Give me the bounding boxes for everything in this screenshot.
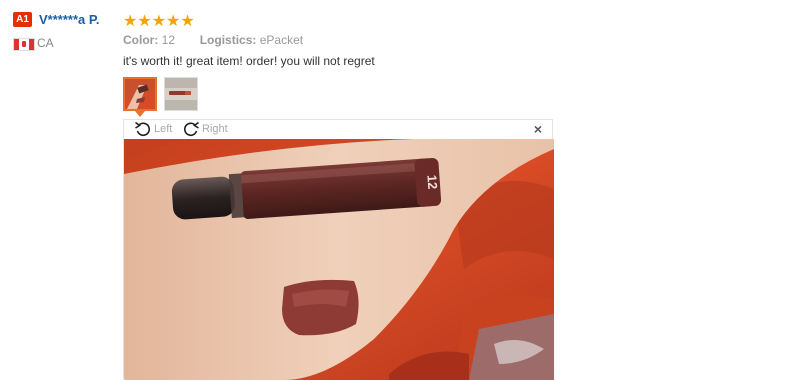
logistics-value: ePacket bbox=[259, 33, 304, 47]
logistics-label: Logistics: bbox=[199, 33, 257, 47]
thumbnail-image bbox=[125, 79, 155, 109]
close-viewer-button[interactable]: × bbox=[534, 121, 542, 137]
level-badge: A1 bbox=[13, 12, 32, 27]
thumbnail-image bbox=[165, 78, 197, 110]
color-label: Color: bbox=[123, 33, 159, 47]
rotate-right-button[interactable]: Right bbox=[182, 121, 228, 137]
rotate-left-button[interactable]: Left bbox=[134, 121, 172, 137]
review-photo-thumbnail-1[interactable] bbox=[123, 77, 157, 111]
selected-thumbnail-caret bbox=[135, 111, 145, 117]
order-info: Color: 12 Logistics: ePacket bbox=[123, 33, 303, 47]
review-text: it's worth it! great item! order! you wi… bbox=[123, 54, 375, 68]
color-value: 12 bbox=[161, 33, 176, 47]
reviewer-country: CA bbox=[37, 36, 54, 50]
viewer-toolbar: Left Right × bbox=[124, 120, 552, 139]
rotate-right-icon bbox=[183, 121, 199, 137]
rotate-left-icon bbox=[135, 121, 151, 137]
star-rating: ★★★★★ bbox=[123, 13, 195, 30]
canada-flag-icon bbox=[13, 38, 35, 51]
review-photo: 12 bbox=[124, 139, 554, 380]
photo-viewer: Left Right × 12 bbox=[123, 119, 554, 380]
tube-number: 12 bbox=[424, 174, 440, 189]
reviewer-name: V******a P. bbox=[39, 12, 100, 27]
rotate-right-label: Right bbox=[202, 123, 228, 135]
rotate-left-label: Left bbox=[154, 123, 173, 135]
review-photo-thumbnail-2[interactable] bbox=[164, 77, 198, 111]
